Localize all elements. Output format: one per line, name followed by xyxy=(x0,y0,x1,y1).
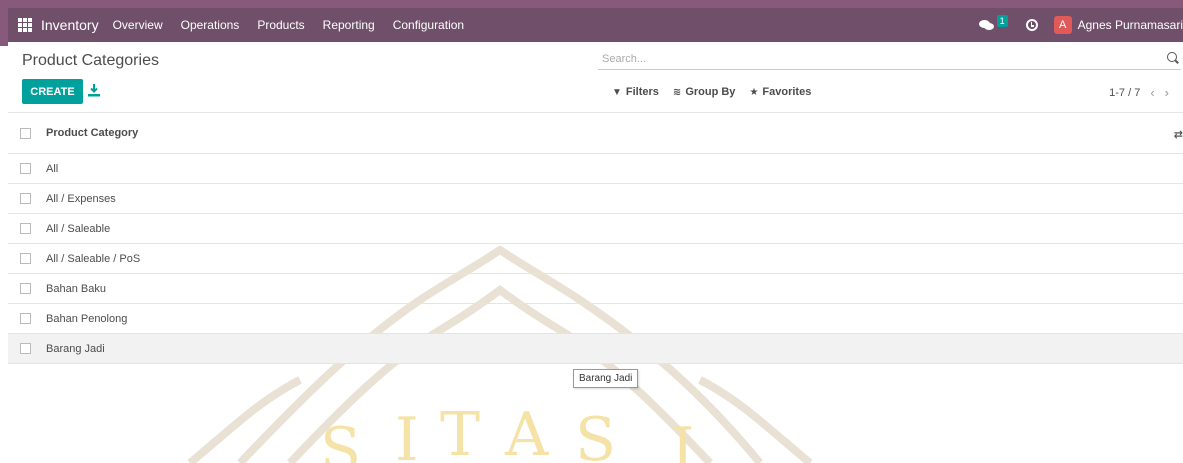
table-row[interactable]: All / Saleable / PoS xyxy=(8,244,1183,274)
menu-operations[interactable]: Operations xyxy=(181,18,240,32)
search-box xyxy=(598,50,1181,70)
table-row[interactable]: All xyxy=(8,154,1183,184)
row-checkbox[interactable] xyxy=(20,253,31,264)
group-by-toggle[interactable]: ≋ Group By xyxy=(673,86,736,98)
row-checkbox[interactable] xyxy=(20,313,31,324)
activity-clock-icon[interactable] xyxy=(1025,19,1038,31)
row-label: All xyxy=(46,162,59,175)
layers-icon: ≋ xyxy=(672,86,682,98)
chat-icon[interactable] xyxy=(978,18,995,32)
row-checkbox[interactable] xyxy=(20,343,31,354)
download-icon[interactable] xyxy=(88,84,102,98)
control-panel: Product Categories CREATE ▼ Filters ≋ Gr… xyxy=(8,42,1183,112)
filter-icon: ▼ xyxy=(612,86,622,98)
svg-text:A: A xyxy=(504,400,549,463)
select-all-checkbox[interactable] xyxy=(20,127,31,139)
pager-value[interactable]: 1-7 / 7 xyxy=(1109,87,1140,99)
svg-text:J: J xyxy=(664,415,694,463)
app-name[interactable]: Inventory xyxy=(41,17,99,33)
search-options: ▼ Filters ≋ Group By ★ Favorites xyxy=(612,86,825,98)
filters-toggle[interactable]: ▼ Filters xyxy=(612,86,659,98)
favorites-label: Favorites xyxy=(762,86,812,98)
column-header-product-category[interactable]: Product Category xyxy=(46,127,138,139)
pager: 1-7 / 7 ‹ › xyxy=(1109,85,1169,100)
avatar[interactable]: A xyxy=(1053,16,1072,34)
table-row[interactable]: All / Expenses xyxy=(8,184,1183,214)
row-checkbox[interactable] xyxy=(20,283,31,294)
menu-reporting[interactable]: Reporting xyxy=(323,18,375,32)
table-row[interactable]: Bahan Baku xyxy=(8,274,1183,304)
row-label: Bahan Penolong xyxy=(46,312,128,325)
star-icon: ★ xyxy=(749,86,759,98)
row-label: Barang Jadi xyxy=(46,342,105,355)
optional-columns-icon[interactable]: ⇄ xyxy=(1174,128,1183,141)
menu-configuration[interactable]: Configuration xyxy=(393,18,464,32)
table-row[interactable]: All / Saleable xyxy=(8,214,1183,244)
svg-text:S: S xyxy=(575,405,616,463)
chat-badge: 1 xyxy=(996,15,1008,27)
chevron-right-icon[interactable]: › xyxy=(1165,85,1169,100)
svg-text:T: T xyxy=(440,400,480,463)
search-input[interactable] xyxy=(602,50,1142,68)
row-label: All / Saleable / PoS xyxy=(46,252,141,265)
menu-overview[interactable]: Overview xyxy=(113,18,163,32)
list-header: Product Category ⇄ xyxy=(8,112,1183,154)
row-tooltip: Barang Jadi xyxy=(573,369,639,388)
category-list: Product Category ⇄ All All / Expenses Al… xyxy=(8,112,1183,364)
group-by-label: Group By xyxy=(685,86,736,98)
top-navbar: Inventory Overview Operations Products R… xyxy=(0,0,1183,46)
row-checkbox[interactable] xyxy=(20,163,31,174)
page-title: Product Categories xyxy=(22,52,159,69)
row-label: Bahan Baku xyxy=(46,282,106,295)
apps-grid-icon[interactable] xyxy=(18,18,32,32)
favorites-toggle[interactable]: ★ Favorites xyxy=(749,86,811,98)
create-button[interactable]: CREATE xyxy=(22,79,83,104)
table-row[interactable]: Barang Jadi xyxy=(8,334,1183,364)
menu-products[interactable]: Products xyxy=(257,18,304,32)
svg-text:S: S xyxy=(320,415,361,463)
user-name[interactable]: Agnes Purnamasari xyxy=(1078,18,1183,32)
topbar: Inventory Overview Operations Products R… xyxy=(8,8,1183,42)
navbar-right: 1 A Agnes Purnamasari xyxy=(978,8,1183,42)
chevron-left-icon[interactable]: ‹ xyxy=(1150,85,1154,100)
filters-label: Filters xyxy=(625,86,659,98)
search-icon[interactable] xyxy=(1167,52,1177,62)
row-checkbox[interactable] xyxy=(20,193,31,204)
svg-text:I: I xyxy=(395,405,419,463)
row-label: All / Saleable xyxy=(46,222,111,235)
row-checkbox[interactable] xyxy=(20,223,31,234)
table-row[interactable]: Bahan Penolong xyxy=(8,304,1183,334)
row-label: All / Expenses xyxy=(46,192,116,205)
